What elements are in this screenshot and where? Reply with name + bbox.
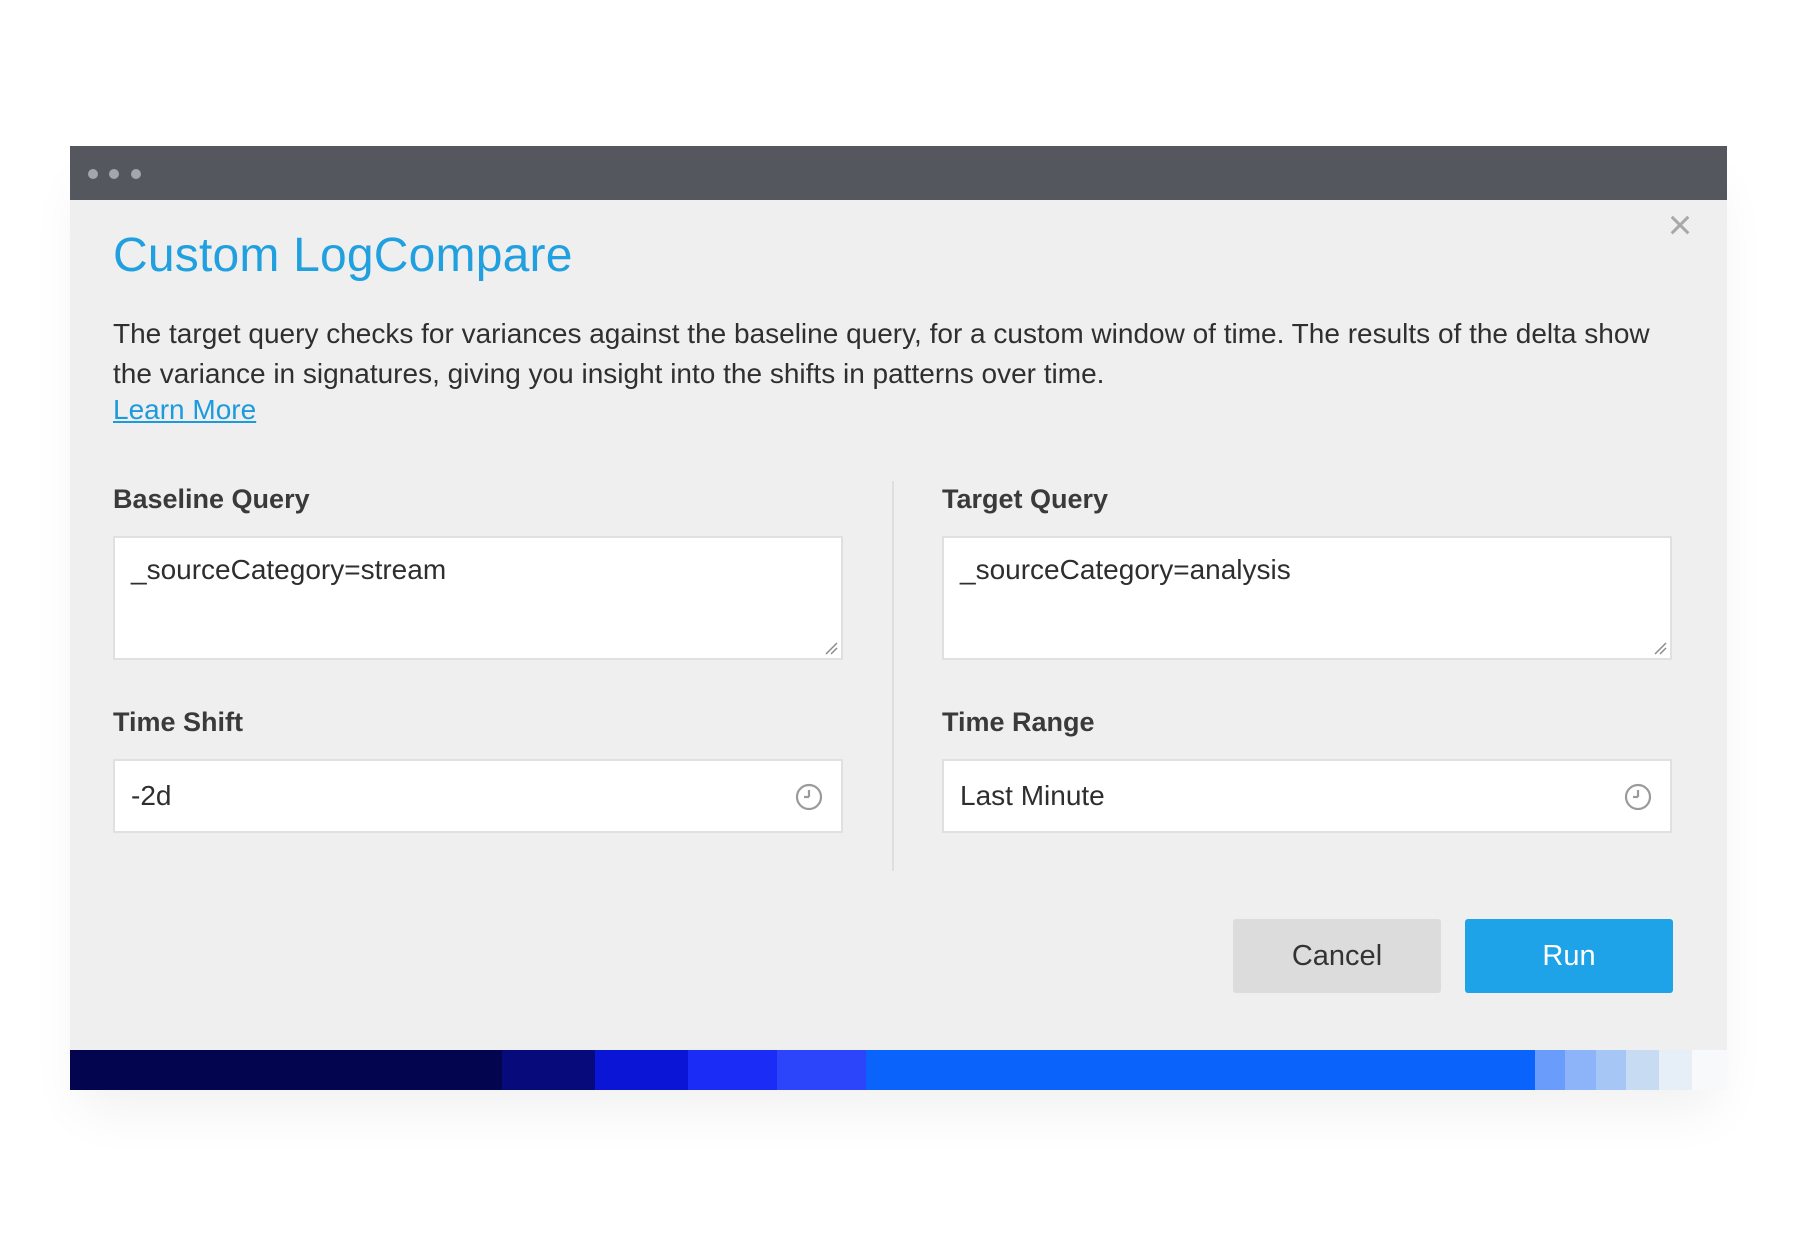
cancel-button[interactable]: Cancel — [1233, 919, 1441, 993]
target-query-value: _sourceCategory=analysis — [960, 554, 1291, 585]
gradient-segment — [1535, 1050, 1566, 1090]
gradient-segment — [1595, 1050, 1626, 1090]
baseline-query-input[interactable]: _sourceCategory=stream — [113, 536, 843, 660]
logcompare-window: × Custom LogCompare The target query che… — [70, 146, 1727, 1090]
baseline-query-label: Baseline Query — [113, 484, 310, 514]
clock-icon[interactable] — [1624, 783, 1652, 811]
gradient-segment — [1458, 1050, 1536, 1090]
clock-icon[interactable] — [795, 783, 823, 811]
window-dot-icon — [109, 169, 119, 179]
gradient-segment — [70, 1050, 502, 1090]
gradient-segment — [1658, 1050, 1692, 1090]
target-query-label: Target Query — [942, 484, 1109, 514]
gradient-segment — [1565, 1050, 1596, 1090]
time-range-value: Last Minute — [960, 780, 1105, 811]
close-icon[interactable]: × — [1661, 204, 1699, 246]
window-dot-icon — [88, 169, 98, 179]
gradient-segment — [501, 1050, 595, 1090]
learn-more-link[interactable]: Learn More — [113, 394, 256, 426]
gradient-segment — [688, 1050, 777, 1090]
run-button[interactable]: Run — [1465, 919, 1673, 993]
time-shift-input[interactable]: -2d — [113, 759, 843, 833]
dialog-title: Custom LogCompare — [113, 229, 573, 282]
gradient-segment — [594, 1050, 689, 1090]
resize-grip-icon[interactable] — [824, 641, 838, 655]
resize-grip-icon[interactable] — [1653, 641, 1667, 655]
gradient-segment — [776, 1050, 866, 1090]
baseline-query-value: _sourceCategory=stream — [131, 554, 447, 585]
time-range-input[interactable]: Last Minute — [942, 759, 1672, 833]
time-shift-label: Time Shift — [113, 707, 244, 737]
time-range-label: Time Range — [942, 707, 1095, 737]
time-shift-value: -2d — [131, 780, 172, 811]
decorative-gradient-bar — [70, 1050, 1728, 1090]
column-divider — [892, 481, 894, 871]
target-query-input[interactable]: _sourceCategory=analysis — [942, 536, 1672, 660]
gradient-segment — [1625, 1050, 1659, 1090]
gradient-segment — [865, 1050, 1459, 1090]
window-titlebar — [70, 146, 1727, 200]
window-dot-icon — [131, 169, 141, 179]
gradient-segment — [1691, 1050, 1728, 1090]
dialog-description: The target query checks for variances ag… — [113, 318, 1650, 389]
